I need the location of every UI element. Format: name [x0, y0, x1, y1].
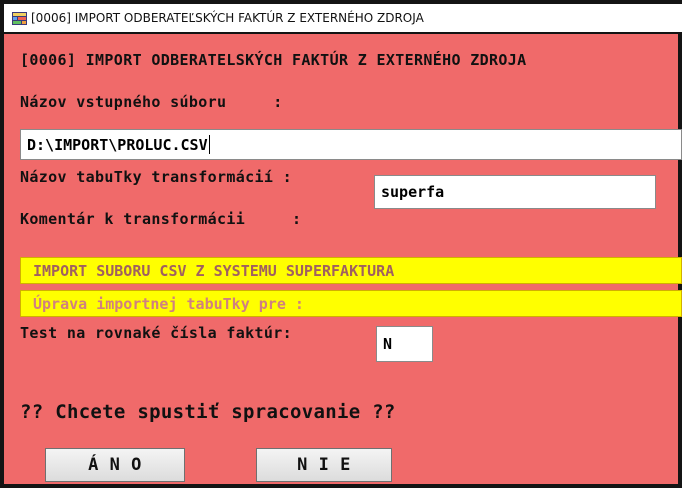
duplicate-test-label: Test na rovnaké čísla faktúr: — [20, 324, 293, 342]
transform-table-value: superfa — [381, 183, 445, 201]
transform-table-label: Názov tabuTky transformácií : — [20, 168, 293, 186]
transform-comment-line-2-text: Úprava importnej tabuTky pre : — [33, 294, 304, 313]
no-button-label: N I E — [297, 455, 351, 475]
duplicate-test-value: N — [383, 335, 393, 353]
transform-comment-label: Komentár k transformácii : — [20, 210, 302, 228]
transform-comment-line-2[interactable]: Úprava importnej tabuTky pre : — [20, 290, 682, 317]
no-button[interactable]: N I E — [256, 448, 392, 482]
app-database-icon — [12, 11, 27, 25]
yes-button-label: Á N O — [88, 455, 142, 475]
transform-comment-line-1[interactable]: IMPORT SUBORU CSV Z SYSTEMU SUPERFAKTURA — [20, 257, 682, 284]
input-file-field[interactable]: D:\IMPORT\PROLUC.CSV — [20, 129, 682, 160]
title-bar: [0006] IMPORT ODBERATEĽSKÝCH FAKTÚR Z EX… — [4, 4, 682, 34]
window-title: [0006] IMPORT ODBERATEĽSKÝCH FAKTÚR Z EX… — [31, 11, 424, 25]
text-caret — [208, 135, 210, 154]
input-file-value: D:\IMPORT\PROLUC.CSV — [27, 135, 208, 154]
yes-button[interactable]: Á N O — [45, 448, 185, 482]
form-heading: [0006] IMPORT ODBERATELSKÝCH FAKTÚR Z EX… — [20, 51, 527, 69]
transform-comment-line-1-text: IMPORT SUBORU CSV Z SYSTEMU SUPERFAKTURA — [33, 261, 395, 280]
import-dialog-window: [0006] IMPORT ODBERATEĽSKÝCH FAKTÚR Z EX… — [0, 0, 682, 488]
confirm-question: ?? Chcete spustiť spracovanie ?? — [20, 401, 396, 423]
transform-table-field[interactable]: superfa — [374, 175, 656, 209]
input-file-label: Názov vstupného súboru : — [20, 93, 283, 111]
duplicate-test-field[interactable]: N — [376, 326, 433, 362]
